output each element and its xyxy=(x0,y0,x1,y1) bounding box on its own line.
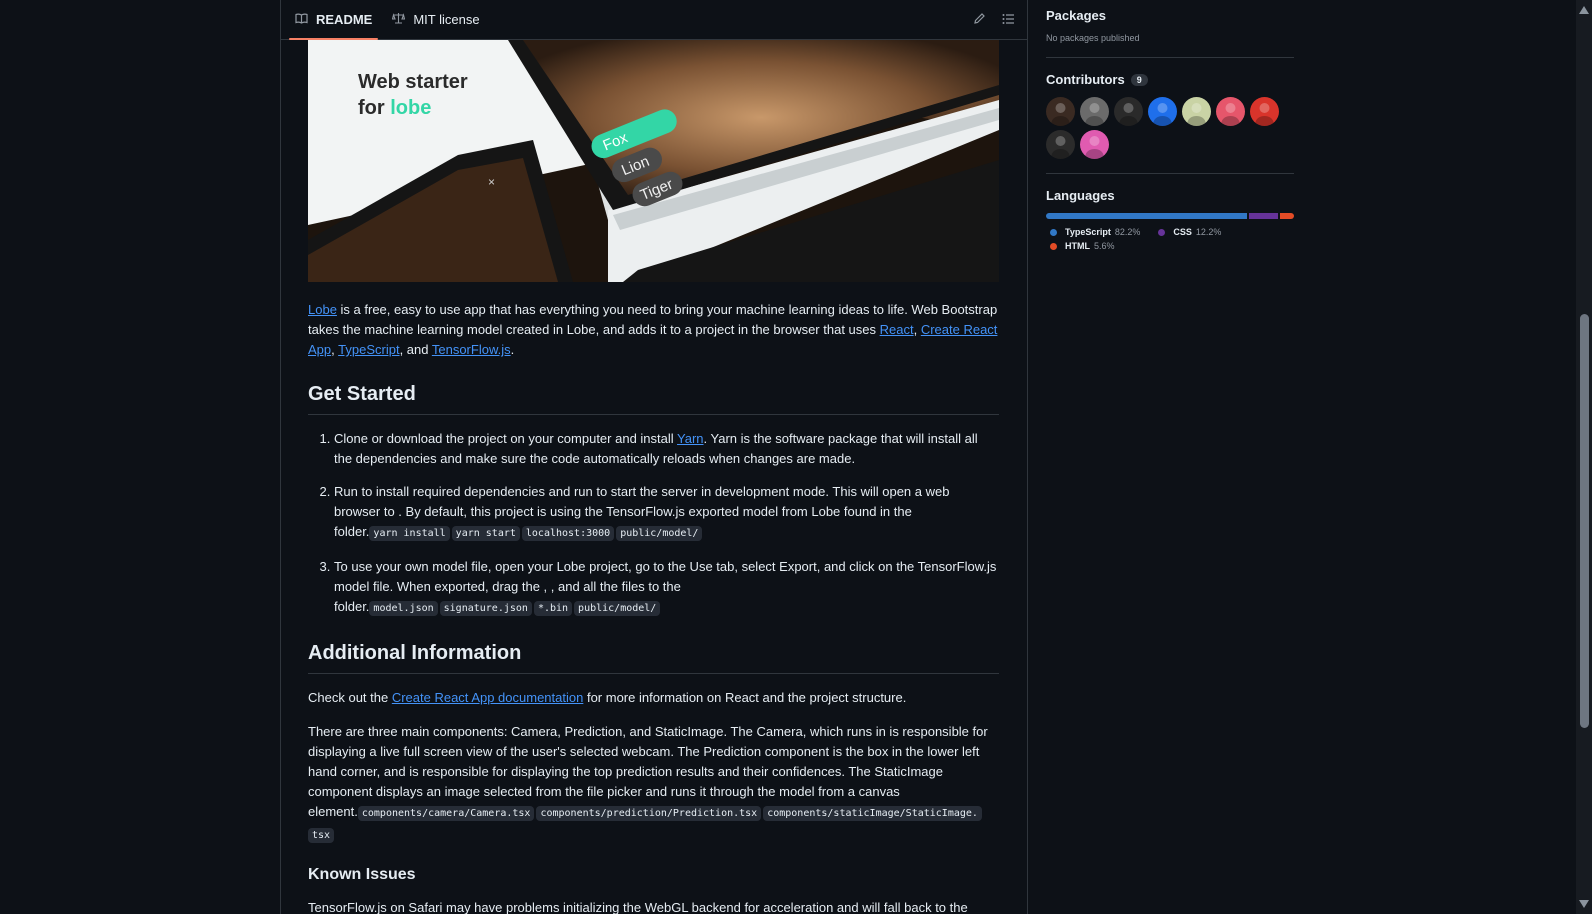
language-item[interactable]: HTML 5.6% xyxy=(1050,241,1115,251)
additional-paragraph-1: Check out the Create React App documenta… xyxy=(308,690,907,705)
code-snippet: components/staticImage/StaticImage. xyxy=(763,806,982,821)
code-snippet: components/camera/Camera.tsx xyxy=(357,806,535,821)
contributor-avatar[interactable] xyxy=(1182,97,1211,126)
contributor-avatar[interactable] xyxy=(1046,97,1075,126)
tab-readme-label: README xyxy=(316,12,373,27)
hero-title-brand: lobe xyxy=(390,97,431,119)
contributor-avatar[interactable] xyxy=(1080,130,1109,159)
contributor-avatar[interactable] xyxy=(1114,97,1143,126)
code-snippet: tsx xyxy=(308,828,335,843)
readme-header: README MIT license xyxy=(281,0,1027,40)
code-snippet: localhost:3000 xyxy=(521,526,615,541)
hero-title-prefix: for xyxy=(358,97,390,119)
hero-close-icon: × xyxy=(488,175,495,189)
heading-additional-information: Additional Information xyxy=(308,641,999,674)
steps-list: Clone or download the project on your co… xyxy=(308,429,999,619)
page-scrollbar[interactable] xyxy=(1576,0,1592,914)
law-icon xyxy=(392,12,406,27)
additional-paragraph-2: There are three main components: Camera,… xyxy=(308,724,988,843)
language-bar-segment xyxy=(1280,213,1294,219)
language-item[interactable]: CSS 12.2% xyxy=(1158,227,1221,237)
list-item: Run to install required dependencies and… xyxy=(334,482,999,544)
code-snippet: signature.json xyxy=(439,601,532,616)
list-unordered-icon[interactable] xyxy=(1002,12,1015,28)
scroll-up-arrow-icon[interactable] xyxy=(1579,6,1589,14)
languages-section: Languages TypeScript 82.2% CSS 12.2% HTML 5.6… xyxy=(1046,188,1294,251)
link-yarn[interactable]: Yarn xyxy=(677,431,704,446)
language-name: TypeScript xyxy=(1065,227,1111,237)
pencil-icon[interactable] xyxy=(973,12,986,28)
contributor-avatar[interactable] xyxy=(1046,130,1075,159)
known-issues-paragraph: TensorFlow.js on Safari may have problem… xyxy=(308,900,968,914)
readme-article: Web starter for lobe Fox Lion Tiger × Lo… xyxy=(308,40,999,914)
svg-text:for lobe: for lobe xyxy=(358,97,431,119)
intro-paragraph: Lobe is a free, easy to use app that has… xyxy=(308,302,998,357)
contributors-avatars xyxy=(1046,97,1286,159)
hero-image: Web starter for lobe Fox Lion Tiger × xyxy=(308,40,999,282)
contributors-count: 9 xyxy=(1130,73,1148,86)
list-item: Clone or download the project on your co… xyxy=(334,429,999,469)
code-snippet: public/model/ xyxy=(616,526,703,541)
repo-sidebar: Packages No packages published Contribut… xyxy=(1046,0,1294,251)
code-snippet: yarn install xyxy=(369,526,450,541)
contributor-avatar[interactable] xyxy=(1216,97,1245,126)
code-snippet: components/prediction/Prediction.tsx xyxy=(536,806,762,821)
contributors-title[interactable]: Contributors xyxy=(1046,72,1125,87)
contributor-avatar[interactable] xyxy=(1148,97,1177,126)
contributors-section: Contributors 9 xyxy=(1046,72,1294,174)
link-typescript[interactable]: TypeScript xyxy=(338,342,399,357)
scrollbar-thumb[interactable] xyxy=(1580,314,1589,728)
link-tensorflowjs[interactable]: TensorFlow.js xyxy=(432,342,511,357)
language-name: CSS xyxy=(1173,227,1192,237)
languages-title: Languages xyxy=(1046,188,1115,203)
language-percent: 5.6% xyxy=(1094,241,1115,251)
code-snippet: model.json xyxy=(369,601,438,616)
heading-known-issues: Known Issues xyxy=(308,866,416,883)
readme-panel: README MIT license Web starter for lobe … xyxy=(280,0,1028,914)
book-icon xyxy=(295,13,308,27)
code-snippet: public/model/ xyxy=(574,601,661,616)
languages-legend: TypeScript 82.2% CSS 12.2% HTML 5.6% xyxy=(1046,227,1294,251)
tab-readme[interactable]: README xyxy=(289,0,379,40)
tab-license[interactable]: MIT license xyxy=(386,0,485,39)
language-bar-segment xyxy=(1248,213,1279,219)
packages-title[interactable]: Packages xyxy=(1046,8,1294,23)
language-percent: 12.2% xyxy=(1195,227,1222,237)
link-cra-documentation[interactable]: Create React App documentation xyxy=(392,690,584,705)
code-snippet: yarn start xyxy=(451,526,520,541)
list-item: To use your own model file, open your Lo… xyxy=(334,557,999,619)
language-item[interactable]: TypeScript 82.2% xyxy=(1050,227,1140,237)
packages-empty: No packages published xyxy=(1046,33,1140,43)
language-dot-icon xyxy=(1050,228,1057,236)
language-bar-segment xyxy=(1046,213,1247,219)
scroll-down-arrow-icon[interactable] xyxy=(1579,900,1589,908)
heading-get-started: Get Started xyxy=(308,382,999,415)
languages-bar xyxy=(1046,213,1294,219)
language-name: HTML xyxy=(1065,241,1090,251)
link-lobe[interactable]: Lobe xyxy=(308,302,337,317)
link-react[interactable]: React xyxy=(880,322,914,337)
packages-section: Packages No packages published xyxy=(1046,8,1294,58)
code-snippet: *.bin xyxy=(533,601,573,616)
contributor-avatar[interactable] xyxy=(1080,97,1109,126)
language-dot-icon xyxy=(1158,228,1166,236)
hero-title-line1: Web starter xyxy=(358,71,468,93)
contributor-avatar[interactable] xyxy=(1250,97,1279,126)
tab-license-label: MIT license xyxy=(413,12,480,27)
language-percent: 82.2% xyxy=(1114,227,1141,237)
language-dot-icon xyxy=(1050,242,1057,250)
